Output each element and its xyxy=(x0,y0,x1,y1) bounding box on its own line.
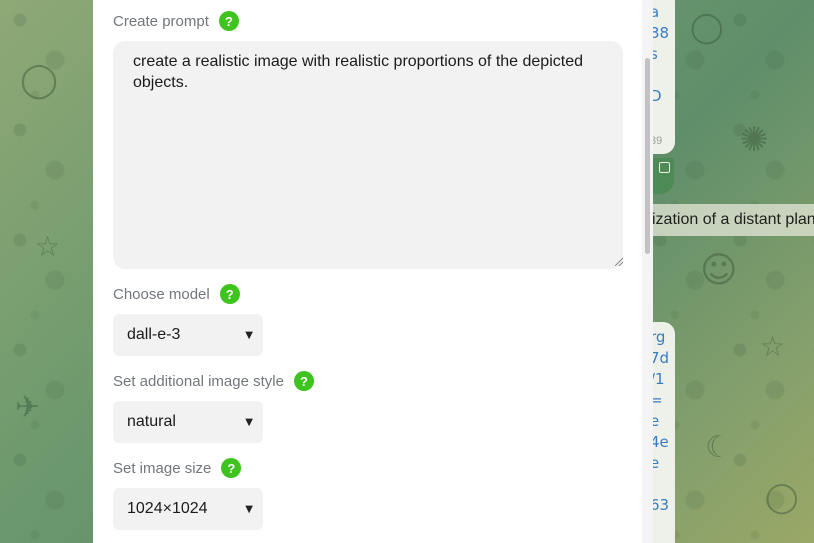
rocket-doodle-icon: ✈ xyxy=(15,390,41,425)
moon-doodle-icon: ☾ xyxy=(705,430,732,465)
style-select[interactable]: natural ▼ xyxy=(113,401,263,443)
planet-doodle-icon: ◯ xyxy=(765,480,799,515)
size-field-label: Set image size ? xyxy=(113,457,242,479)
prompt-field-label: Create prompt ? xyxy=(113,10,239,32)
question-help-icon[interactable]: ? xyxy=(293,371,314,391)
image-generation-panel: Create prompt ? create a realistic image… xyxy=(93,0,653,543)
model-field-label: Choose model ? xyxy=(113,283,240,305)
prompt-label-text: Create prompt xyxy=(113,12,209,30)
size-select-value: 1024×1024 xyxy=(127,500,208,517)
scrollbar-thumb[interactable] xyxy=(645,58,650,254)
question-help-icon[interactable]: ? xyxy=(219,284,240,304)
message-caption: ization of a distant plan xyxy=(640,204,814,236)
star-doodle-icon: ☆ xyxy=(35,230,61,263)
size-label-text: Set image size xyxy=(113,459,212,477)
style-field-label: Set additional image style ? xyxy=(113,370,314,392)
model-label-text: Choose model xyxy=(113,285,210,303)
chevron-down-icon: ▼ xyxy=(245,503,253,515)
panel-scrollbar[interactable] xyxy=(642,0,653,543)
model-select[interactable]: dall-e-3 ▼ xyxy=(113,314,263,356)
chevron-down-icon: ▼ xyxy=(245,329,253,341)
planet-doodle-icon: ◯ xyxy=(20,60,59,100)
cat-doodle-icon: ☺ xyxy=(700,250,738,291)
square-icon xyxy=(659,162,670,173)
question-help-icon[interactable]: ? xyxy=(218,11,239,31)
planet-doodle-icon: ◯ xyxy=(690,10,724,45)
question-help-icon[interactable]: ? xyxy=(221,458,242,478)
model-select-value: dall-e-3 xyxy=(127,326,181,343)
resize-grip-icon[interactable] xyxy=(615,258,623,266)
chevron-down-icon: ▼ xyxy=(245,416,253,428)
sun-doodle-icon: ✺ xyxy=(740,120,769,160)
style-label-text: Set additional image style xyxy=(113,372,284,390)
size-select[interactable]: 1024×1024 ▼ xyxy=(113,488,263,530)
style-select-value: natural xyxy=(127,413,176,430)
prompt-textarea[interactable]: create a realistic image with realistic … xyxy=(113,41,623,269)
star-doodle-icon: ☆ xyxy=(760,330,786,363)
